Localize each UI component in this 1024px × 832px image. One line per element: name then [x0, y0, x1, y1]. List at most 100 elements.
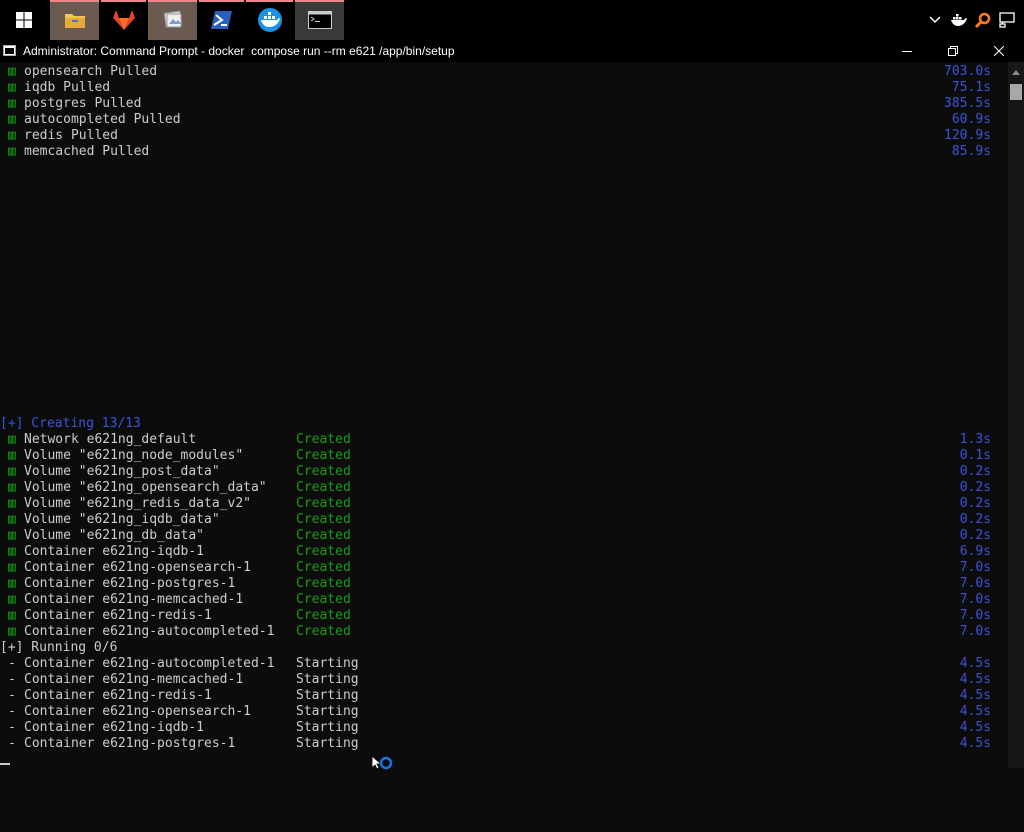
taskbar-powershell[interactable] [199, 0, 244, 40]
check-marker-icon: ▥ [8, 64, 16, 79]
check-marker-icon: ▥ [8, 480, 16, 495]
vertical-scrollbar[interactable] [1008, 62, 1024, 768]
check-marker-icon: ▥ [8, 112, 16, 127]
check-marker-icon: ▥ [8, 592, 16, 607]
elapsed-time: 385.5s [944, 96, 991, 111]
pulled-line: ▥ autocompleted Pulled 60.9s [0, 112, 1008, 128]
resource-name: Volume "e621ng_redis_data_v2" [24, 496, 251, 511]
pulled-name: memcached Pulled [24, 144, 150, 159]
elapsed-time: 0.2s [959, 480, 991, 495]
container-status: Starting [296, 688, 359, 703]
network-icon [999, 12, 1015, 28]
pulled-name: redis Pulled [24, 128, 118, 143]
created-line: ▥ Container e621ng-redis-1 Created 7.0s [0, 608, 1008, 624]
created-line: ▥ Container e621ng-opensearch-1 Created … [0, 560, 1008, 576]
elapsed-time: 7.0s [959, 592, 991, 607]
pulled-line: ▥ redis Pulled 120.9s [0, 128, 1008, 144]
resource-name: Container e621ng-postgres-1 [24, 576, 236, 591]
check-marker-icon: ▥ [8, 560, 16, 575]
resource-status: Created [296, 496, 351, 511]
check-marker-icon: ▥ [8, 144, 16, 159]
elapsed-time: 6.9s [959, 544, 991, 559]
arrow-up-icon [1012, 69, 1020, 75]
spinner-marker: - [8, 720, 16, 735]
check-marker-icon: ▥ [8, 576, 16, 591]
gitlab-icon [112, 10, 135, 30]
pulled-line: ▥ opensearch Pulled 703.0s [0, 64, 1008, 80]
resource-status: Created [296, 480, 351, 495]
resource-name: Volume "e621ng_db_data" [24, 528, 205, 543]
check-marker-icon: ▥ [8, 80, 16, 95]
created-line: ▥ Container e621ng-iqdb-1 Created 6.9s [0, 544, 1008, 560]
elapsed-time: 4.5s [959, 688, 991, 703]
resource-status: Created [296, 576, 351, 591]
maximize-button[interactable] [930, 40, 976, 62]
docker-icon [257, 8, 282, 32]
resource-status: Created [296, 608, 351, 623]
tray-network[interactable] [996, 0, 1018, 40]
minimize-button[interactable] [884, 40, 930, 62]
tray-search[interactable] [972, 0, 994, 40]
pulled-line: ▥ postgres Pulled 385.5s [0, 96, 1008, 112]
scrollbar-thumb[interactable] [1010, 84, 1022, 100]
elapsed-time: 4.5s [959, 720, 991, 735]
elapsed-time: 120.9s [944, 128, 991, 143]
container-status: Starting [296, 704, 359, 719]
resource-name: Container e621ng-opensearch-1 [24, 560, 251, 575]
resource-name: Network e621ng_default [24, 432, 197, 447]
text-cursor [0, 763, 10, 765]
resource-name: Volume "e621ng_post_data" [24, 464, 220, 479]
running-line: - Container e621ng-iqdb-1 Starting 4.5s [0, 720, 1008, 736]
container-status: Starting [296, 656, 359, 671]
taskbar-image-viewer[interactable] [148, 0, 197, 40]
resource-status: Created [296, 560, 351, 575]
check-marker-icon: ▥ [8, 528, 16, 543]
created-line: ▥ Volume "e621ng_db_data" Created 0.2s [0, 528, 1008, 544]
resource-status: Created [296, 512, 351, 527]
taskbar-file-explorer[interactable] [50, 0, 99, 40]
taskbar-docker[interactable] [246, 0, 293, 40]
taskbar-gitlab[interactable] [101, 0, 146, 40]
tray-docker[interactable] [948, 0, 970, 40]
check-marker-icon: ▥ [8, 432, 16, 447]
elapsed-time: 7.0s [959, 576, 991, 591]
resource-status: Created [296, 448, 351, 463]
scroll-up-button[interactable] [1008, 64, 1024, 80]
close-icon [994, 46, 1004, 56]
close-button[interactable] [976, 40, 1022, 62]
creating-header: [+] Creating 13/13 [0, 416, 1008, 432]
spinner-marker: - [8, 704, 16, 719]
resource-status: Created [296, 464, 351, 479]
terminal-output[interactable]: ▥ opensearch Pulled 703.0s ▥ iqdb Pulled… [0, 62, 1008, 768]
created-line: ▥ Container e621ng-autocompleted-1 Creat… [0, 624, 1008, 640]
docker-whale-icon [951, 14, 967, 26]
elapsed-time: 4.5s [959, 672, 991, 687]
resource-name: Volume "e621ng_iqdb_data" [24, 512, 220, 527]
created-line: ▥ Container e621ng-memcached-1 Created 7… [0, 592, 1008, 608]
command-prompt-icon[interactable] [3, 45, 16, 56]
elapsed-time: 4.5s [959, 656, 991, 671]
elapsed-time: 4.5s [959, 704, 991, 719]
show-hidden-icons-button[interactable] [926, 0, 944, 40]
elapsed-time: 60.9s [951, 112, 991, 127]
resource-name: Container e621ng-autocompleted-1 [24, 624, 275, 639]
window-title-bar[interactable]: Administrator: Command Prompt - docker c… [0, 40, 1024, 62]
spinner-marker: - [8, 688, 16, 703]
elapsed-time: 1.3s [959, 432, 991, 447]
spinner-marker: - [8, 736, 16, 751]
powershell-icon [210, 11, 232, 29]
created-line: ▥ Volume "e621ng_post_data" Created 0.2s [0, 464, 1008, 480]
resource-status: Created [296, 544, 351, 559]
created-line: ▥ Volume "e621ng_opensearch_data" Create… [0, 480, 1008, 496]
taskbar-command-prompt[interactable] [295, 0, 344, 40]
elapsed-time: 4.5s [959, 736, 991, 751]
running-progress: [+] Running 0/6 [0, 640, 118, 655]
elapsed-time: 7.0s [959, 624, 991, 639]
start-button[interactable] [0, 0, 48, 40]
running-line: - Container e621ng-memcached-1 Starting … [0, 672, 1008, 688]
elapsed-time: 0.2s [959, 464, 991, 479]
container-name: Container e621ng-opensearch-1 [24, 704, 251, 719]
taskbar [0, 0, 1024, 40]
resource-name: Volume "e621ng_opensearch_data" [24, 480, 267, 495]
pulled-name: iqdb Pulled [24, 80, 111, 95]
